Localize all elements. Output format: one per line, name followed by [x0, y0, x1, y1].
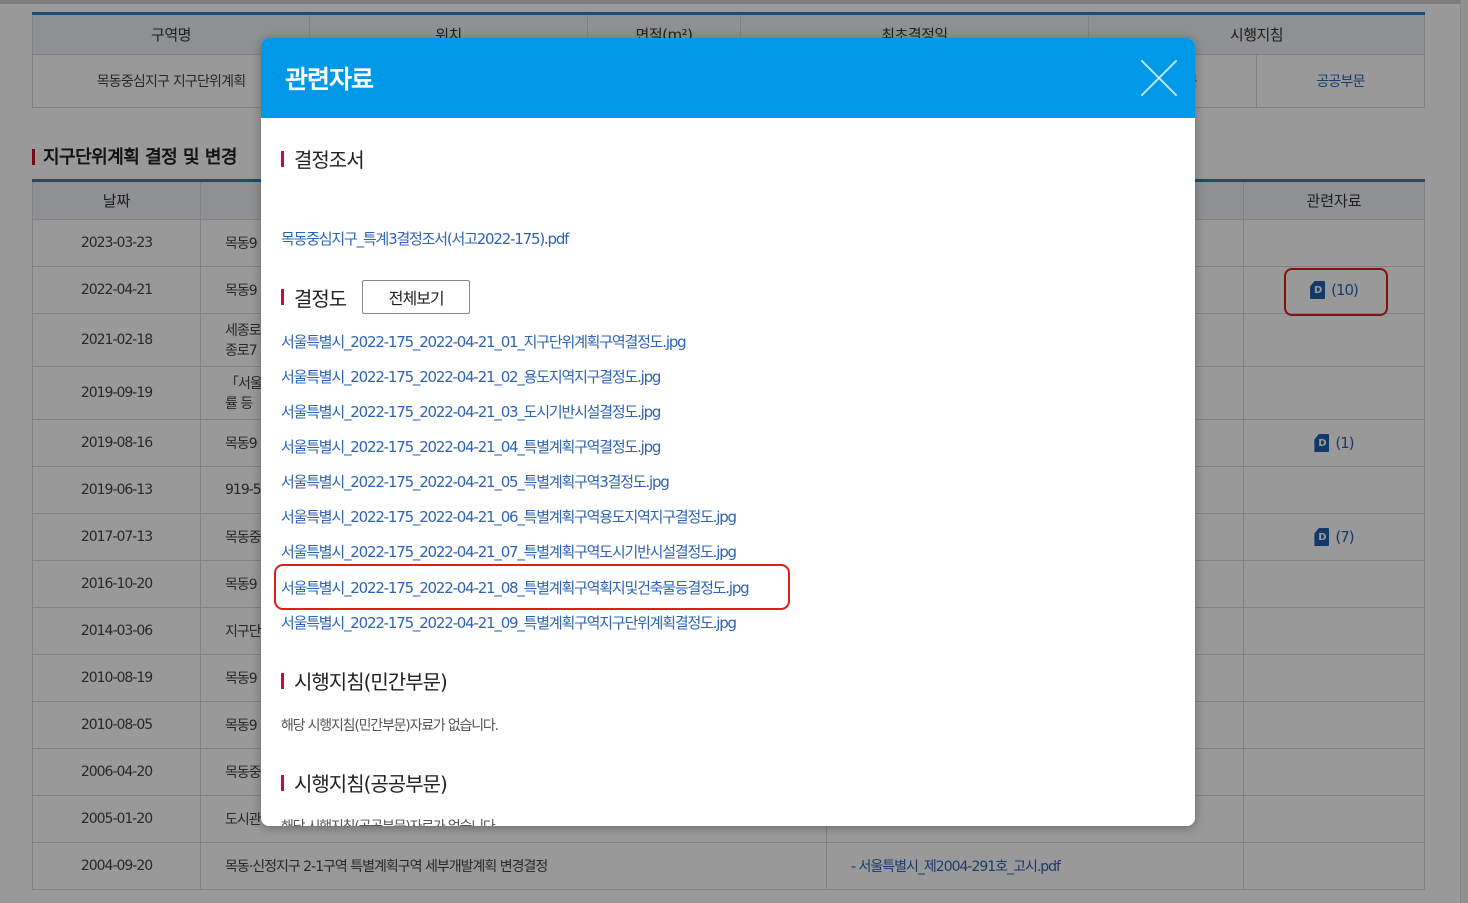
- section-accent-bar: [281, 672, 284, 689]
- decision-doc-file-link[interactable]: 목동중심지구_특계3결정조서(서고2022-175).pdf: [281, 228, 569, 249]
- section-accent-bar: [281, 774, 284, 791]
- section-guide-private-label: 시행지침(민간부문): [294, 670, 448, 694]
- section-guide-public-title: 시행지침(공공부문): [281, 768, 448, 797]
- decision-map-file-link-06[interactable]: 서울특별시_2022-175_2022-04-21_06_특별계획구역용도지역지…: [281, 506, 737, 527]
- decision-map-file-link-01[interactable]: 서울특별시_2022-175_2022-04-21_01_지구단위계획구역결정도…: [281, 331, 687, 352]
- section-accent-bar: [281, 289, 284, 305]
- decision-map-file-link-03[interactable]: 서울특별시_2022-175_2022-04-21_03_도시기반시설결정도.j…: [281, 401, 661, 422]
- modal-title: 관련자료: [285, 65, 374, 94]
- section-decision-map-label: 결정도: [294, 286, 347, 311]
- section-decision-map-title: 결정도 전체보기: [281, 280, 471, 314]
- decision-map-file-link-09[interactable]: 서울특별시_2022-175_2022-04-21_09_특별계획구역지구단위계…: [281, 612, 737, 633]
- related-materials-modal: 관련자료 결정조서 목동중심지구_특계3결정조서(서고2022-175).pdf…: [261, 38, 1195, 826]
- section-accent-bar: [281, 150, 284, 167]
- section-guide-public-label: 시행지침(공공부문): [294, 772, 448, 796]
- decision-map-file-link-02[interactable]: 서울특별시_2022-175_2022-04-21_02_용도지역지구결정도.j…: [281, 366, 661, 387]
- guide-public-empty-message: 해당 시행지침(공공부문)자료가 없습니다.: [281, 816, 499, 826]
- decision-map-file-link-05[interactable]: 서울특별시_2022-175_2022-04-21_05_특별계획구역3결정도.…: [281, 471, 670, 492]
- decision-map-file-link-04[interactable]: 서울특별시_2022-175_2022-04-21_04_특별계획구역결정도.j…: [281, 436, 661, 457]
- view-all-button[interactable]: 전체보기: [362, 280, 471, 314]
- modal-header: 관련자료: [261, 38, 1195, 118]
- decision-map-file-link-07[interactable]: 서울특별시_2022-175_2022-04-21_07_특별계획구역도시기반시…: [281, 541, 737, 562]
- decision-map-file-link-08[interactable]: 서울특별시_2022-175_2022-04-21_08_특별계획구역획지및건축…: [281, 577, 750, 598]
- section-guide-private-title: 시행지침(민간부문): [281, 666, 448, 695]
- section-decision-doc-title: 결정조서: [281, 144, 365, 173]
- guide-private-empty-message: 해당 시행지침(민간부문)자료가 없습니다.: [281, 718, 499, 734]
- close-icon[interactable]: [1141, 60, 1177, 96]
- section-decision-doc-label: 결정조서: [294, 148, 365, 172]
